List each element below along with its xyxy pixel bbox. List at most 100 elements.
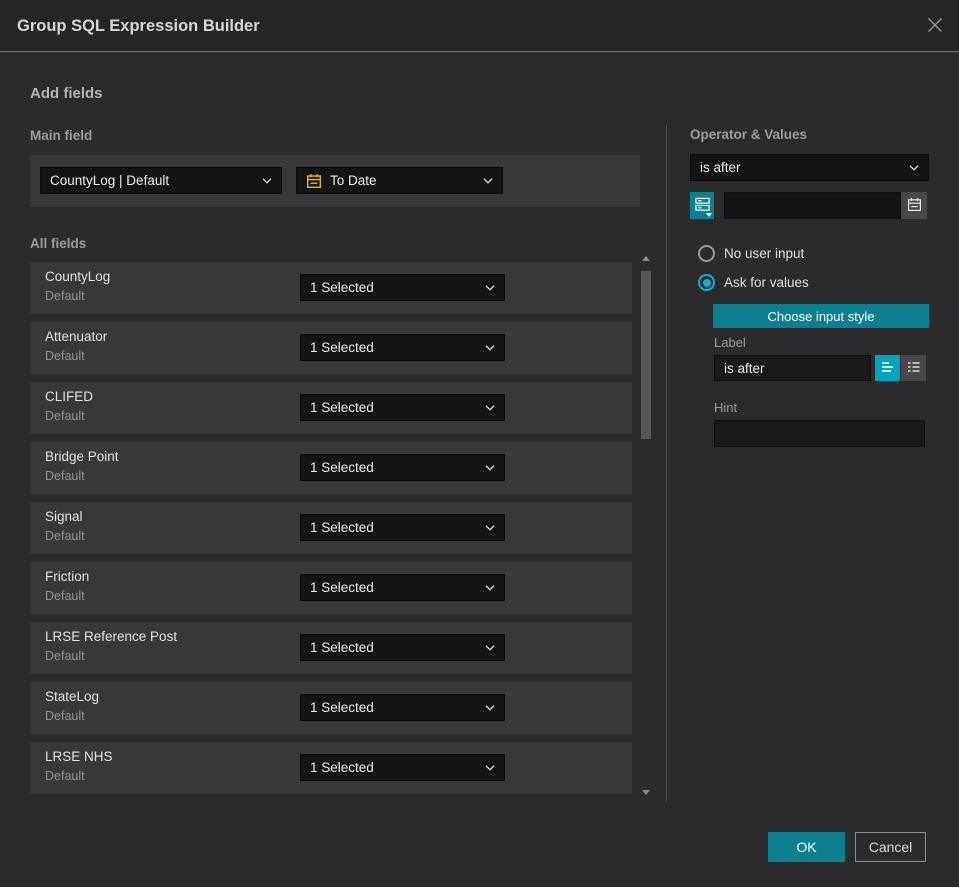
- hint-input[interactable]: [714, 420, 925, 447]
- field-selection-dropdown[interactable]: 1 Selected: [300, 754, 505, 781]
- field-type: Default: [45, 409, 85, 423]
- main-field-select[interactable]: CountyLog | Default: [40, 167, 282, 194]
- chevron-down-icon: [485, 344, 495, 351]
- close-button[interactable]: [925, 17, 944, 36]
- field-type: Default: [45, 649, 85, 663]
- dialog-header: Group SQL Expression Builder: [0, 0, 959, 52]
- radio-label: No user input: [724, 246, 805, 261]
- radio-unselected-icon: [698, 245, 715, 262]
- operator-select-value: is after: [700, 160, 741, 175]
- chevron-down-icon: [485, 284, 495, 291]
- all-fields-label: All fields: [30, 236, 87, 251]
- field-selection-value: 1 Selected: [310, 280, 374, 295]
- scroll-down-icon[interactable]: [642, 790, 650, 795]
- field-name: Signal: [45, 509, 83, 524]
- field-selection-dropdown[interactable]: 1 Selected: [300, 394, 505, 421]
- hint-field-label: Hint: [714, 400, 738, 415]
- field-name: Friction: [45, 569, 90, 584]
- bulleted-list-icon: [906, 359, 922, 378]
- dialog-title: Group SQL Expression Builder: [17, 17, 260, 35]
- radio-ask-for-values[interactable]: Ask for values: [698, 274, 809, 291]
- calendar-icon: [306, 173, 322, 189]
- field-selection-dropdown[interactable]: 1 Selected: [300, 334, 505, 361]
- field-name: Bridge Point: [45, 449, 119, 464]
- chevron-down-icon: [483, 177, 493, 184]
- main-field-label: Main field: [30, 128, 93, 143]
- add-fields-heading: Add fields: [30, 85, 103, 102]
- operator-select[interactable]: is after: [690, 154, 929, 181]
- field-selection-value: 1 Selected: [310, 760, 374, 775]
- field-name: StateLog: [45, 689, 100, 704]
- field-selection-dropdown[interactable]: 1 Selected: [300, 574, 505, 601]
- text-align-left-icon: [880, 359, 896, 378]
- group-sql-expression-builder-dialog: Group SQL Expression Builder Add fields …: [0, 0, 959, 887]
- cancel-button[interactable]: Cancel: [855, 832, 926, 862]
- field-type-select[interactable]: To Date: [296, 167, 503, 194]
- main-field-panel: CountyLog | Default To Date: [30, 155, 640, 207]
- field-name: CLIFED: [45, 389, 94, 404]
- field-row: LRSE Reference Post Default 1 Selected: [30, 622, 632, 674]
- chevron-down-icon: [262, 177, 272, 184]
- field-selection-value: 1 Selected: [310, 520, 374, 535]
- field-row: Signal Default 1 Selected: [30, 502, 632, 554]
- fields-list: CountyLog Default 1 Selected Attenuator …: [30, 262, 632, 802]
- field-row: LRSE NHS Default 1 Selected: [30, 742, 632, 794]
- field-type: Default: [45, 769, 85, 783]
- field-type: Default: [45, 529, 85, 543]
- field-row: CLIFED Default 1 Selected: [30, 382, 632, 434]
- field-type: Default: [45, 349, 85, 363]
- chevron-down-icon: [485, 584, 495, 591]
- panel-divider: [666, 125, 667, 802]
- align-left-style-toggle[interactable]: [875, 355, 900, 381]
- field-name: Attenuator: [45, 329, 108, 344]
- chevron-down-icon: [485, 464, 495, 471]
- choose-input-style-button[interactable]: Choose input style: [713, 304, 929, 328]
- operator-values-heading: Operator & Values: [690, 127, 808, 142]
- field-name: CountyLog: [45, 269, 111, 284]
- scroll-up-icon[interactable]: [642, 256, 650, 261]
- field-selection-value: 1 Selected: [310, 580, 374, 595]
- unique-values-button[interactable]: [690, 192, 714, 219]
- value-input[interactable]: [724, 192, 901, 219]
- label-input[interactable]: [714, 355, 871, 381]
- field-row: Bridge Point Default 1 Selected: [30, 442, 632, 494]
- scrollbar-thumb[interactable]: [641, 271, 651, 439]
- field-row: StateLog Default 1 Selected: [30, 682, 632, 734]
- chevron-down-icon: [485, 404, 495, 411]
- field-selection-value: 1 Selected: [310, 700, 374, 715]
- field-row: Friction Default 1 Selected: [30, 562, 632, 614]
- chevron-down-icon: [909, 164, 919, 171]
- chevron-down-icon: [485, 524, 495, 531]
- date-picker-button[interactable]: [901, 192, 927, 219]
- field-type: Default: [45, 589, 85, 603]
- unique-values-icon: [694, 197, 710, 215]
- field-selection-dropdown[interactable]: 1 Selected: [300, 454, 505, 481]
- radio-no-user-input[interactable]: No user input: [698, 245, 804, 262]
- close-icon: [926, 16, 944, 37]
- field-selection-dropdown[interactable]: 1 Selected: [300, 274, 505, 301]
- main-field-select-value: CountyLog | Default: [50, 173, 170, 188]
- field-selection-dropdown[interactable]: 1 Selected: [300, 514, 505, 541]
- radio-selected-icon: [698, 274, 715, 291]
- calendar-icon: [907, 197, 922, 215]
- radio-label: Ask for values: [724, 275, 809, 290]
- field-type: Default: [45, 289, 85, 303]
- field-name: LRSE Reference Post: [45, 629, 178, 644]
- ok-button[interactable]: OK: [768, 832, 845, 862]
- chevron-down-icon: [485, 644, 495, 651]
- label-field-label: Label: [714, 335, 746, 350]
- chevron-down-icon: [485, 704, 495, 711]
- field-selection-value: 1 Selected: [310, 400, 374, 415]
- field-row: CountyLog Default 1 Selected: [30, 262, 632, 314]
- field-type: Default: [45, 469, 85, 483]
- field-type: Default: [45, 709, 85, 723]
- field-selection-value: 1 Selected: [310, 460, 374, 475]
- field-selection-dropdown[interactable]: 1 Selected: [300, 694, 505, 721]
- field-selection-dropdown[interactable]: 1 Selected: [300, 634, 505, 661]
- chevron-down-icon: [485, 764, 495, 771]
- field-type-select-value: To Date: [330, 173, 377, 188]
- list-style-toggle[interactable]: [901, 355, 926, 381]
- field-name: LRSE NHS: [45, 749, 113, 764]
- field-row: Attenuator Default 1 Selected: [30, 322, 632, 374]
- field-selection-value: 1 Selected: [310, 340, 374, 355]
